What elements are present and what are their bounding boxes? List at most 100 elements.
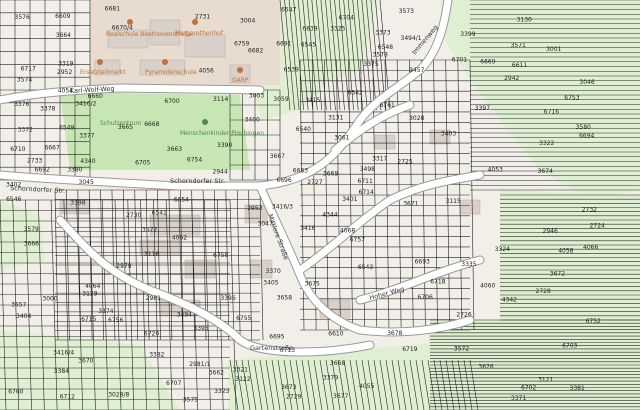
parcel-number-label: 4344 (322, 212, 337, 219)
parcel-number-label: 3047 (258, 221, 273, 228)
parcel-number-label: 6717 (21, 66, 36, 73)
cadastral-map[interactable]: Schorndorfer Str. Schorndorfer Str. Karl… (0, 0, 640, 410)
parcel-number-label: 3001 (546, 46, 561, 53)
parcel-number-label: 3415 (305, 97, 320, 104)
parcel-number-label: 3674 (538, 168, 553, 175)
parcel-number-label: 3323 (214, 388, 229, 395)
shop-icon[interactable] (97, 59, 103, 65)
parcel-number-label: 3416 (300, 225, 315, 232)
parcel-number-label: 4060 (480, 282, 495, 289)
parcel-number-label: 4055 (359, 383, 374, 390)
parcel-number-label: 6756 (108, 317, 123, 324)
parcel-number-label: 3671 (403, 201, 418, 208)
parcel-number-label: 6711 (358, 178, 373, 185)
parcel-number-label: 6695 (269, 334, 284, 341)
parcel-number-label: 3059 (273, 96, 288, 103)
parcel-number-label: 6694 (579, 132, 594, 139)
parcel-number-label: 6705 (135, 159, 150, 166)
parcel-number-label: 3575 (183, 396, 198, 403)
poi-label-pyramid: Pyramidenschule (145, 69, 197, 76)
parcel-number-label: 6710 (10, 146, 25, 153)
parcel-number-label: 3571 (511, 42, 526, 49)
parcel-number-label: 3498 (360, 166, 375, 173)
kindergarten-icon[interactable] (202, 119, 208, 125)
parcel-number-label: 3319 (58, 61, 73, 68)
parcel-number-label: 6713 (280, 347, 295, 354)
parcel-number-label: 3573 (399, 8, 414, 15)
parcel-number-label: 3376 (14, 101, 29, 108)
parcel-number-label: 3494 (177, 311, 192, 318)
parcel-number-label: 3061 (334, 135, 349, 142)
parcel-number-label: 3663 (167, 146, 182, 153)
parcel-number-label: 6670/4 (112, 25, 133, 32)
parcel-number-label: 3572 (454, 346, 469, 353)
parcel-number-label: 6654 (174, 196, 189, 203)
school-icon[interactable] (162, 59, 168, 65)
parcel-number-label: 6716 (544, 109, 559, 116)
parcel-number-label: 3577 (142, 227, 157, 234)
parcel-number-label: 6683 (293, 168, 308, 175)
street-label-schorndorfer-2: Schorndorfer Str. (170, 177, 225, 185)
parcel-number-label: 3658 (277, 295, 292, 302)
parcel-number-label: 2733 (27, 158, 42, 165)
parcel-number-label: 3402 (6, 182, 21, 189)
parcel-number-label: 3403 (441, 130, 456, 137)
parcel-number-label: 6718 (430, 279, 445, 286)
parcel-number-label: 3384 (54, 368, 69, 375)
parcel-number-label: 3665 (118, 124, 133, 131)
parcel-number-label: 6547 (281, 7, 296, 14)
parcel-number-label: 6759 (234, 41, 249, 48)
parcel-number-label: 3390 (217, 142, 232, 149)
parcel-number-label: 3401 (342, 196, 357, 203)
parcel-number-label: 3317 (372, 156, 387, 163)
poi-label-menschenkinder: Menschenkinder Plochingen (180, 130, 264, 137)
parcel-number-label: 4064 (85, 283, 100, 290)
parcel-number-label: 3129 (82, 291, 97, 298)
parcel-number-label: 6539 (284, 66, 299, 73)
parcel-number-label: 3397 (475, 105, 490, 112)
parcel-number-label: 3131 (328, 114, 343, 121)
parcel-number-label: 3374 (98, 308, 113, 315)
parcel-number-label: 3003 (249, 93, 264, 100)
parcel-number-label: 2944 (213, 169, 228, 176)
parcel-number-label: 6707 (166, 380, 181, 387)
parcel-number-label: 3335 (461, 261, 476, 268)
parcel-number-label: 6753 (564, 95, 579, 102)
parcel-number-label: 3494/1 (401, 35, 422, 42)
parcel-number-label: 6610 (328, 331, 343, 338)
parcel-number-label: 6668 (144, 121, 159, 128)
parcel-number-label: 3370 (266, 268, 281, 275)
parcel-number-label: 3115 (446, 198, 461, 205)
parcel-number-label: 3381 (570, 385, 585, 392)
poi-label-garp: GARP (232, 77, 249, 84)
parcel-number-label: 3122 (235, 376, 250, 383)
parcel-number-label: 2981/1 (189, 361, 210, 368)
parcel-number-label: 3046 (579, 79, 594, 86)
parcel-number-label: 6702 (521, 385, 536, 392)
parcel-number-label: 3398 (70, 200, 85, 207)
parcel-number-label: 3130 (517, 16, 532, 23)
parcel-number-label: 4066 (583, 244, 598, 251)
parcel-number-label: 6541 (152, 210, 167, 217)
parcel-number-label: 3673 (281, 384, 296, 391)
parcel-number-label: 2730 (126, 212, 141, 219)
parcel-number-label: 3372 (18, 126, 33, 133)
parcel-number-label: 6549 (59, 125, 74, 132)
parking-icon[interactable] (237, 67, 243, 73)
parcel-number-label: 6669 (480, 59, 495, 66)
parcel-number-label: 3378 (40, 106, 55, 113)
parcel-number-label: 3404 (16, 313, 31, 320)
map-canvas[interactable]: Schorndorfer Str. Schorndorfer Str. Karl… (0, 0, 640, 410)
parcel-number-label: 3324 (495, 246, 510, 253)
parcel-number-label: 6660 (88, 93, 103, 100)
parcel-number-label: 3028 (409, 115, 424, 122)
parcel-number-label: 3399 (460, 31, 475, 38)
parcel-number-label: 3676 (478, 364, 493, 371)
parcel-number-label: 3000 (42, 296, 57, 303)
parcel-number-label: 3377 (79, 133, 94, 140)
parcel-number-label: 4054 (58, 88, 73, 95)
parcel-number-label: 6691 (276, 40, 291, 47)
parcel-number-label: 3664 (56, 32, 71, 39)
parcel-number-label: 3004 (240, 18, 255, 25)
parcel-number-label: 3375 (363, 61, 378, 68)
